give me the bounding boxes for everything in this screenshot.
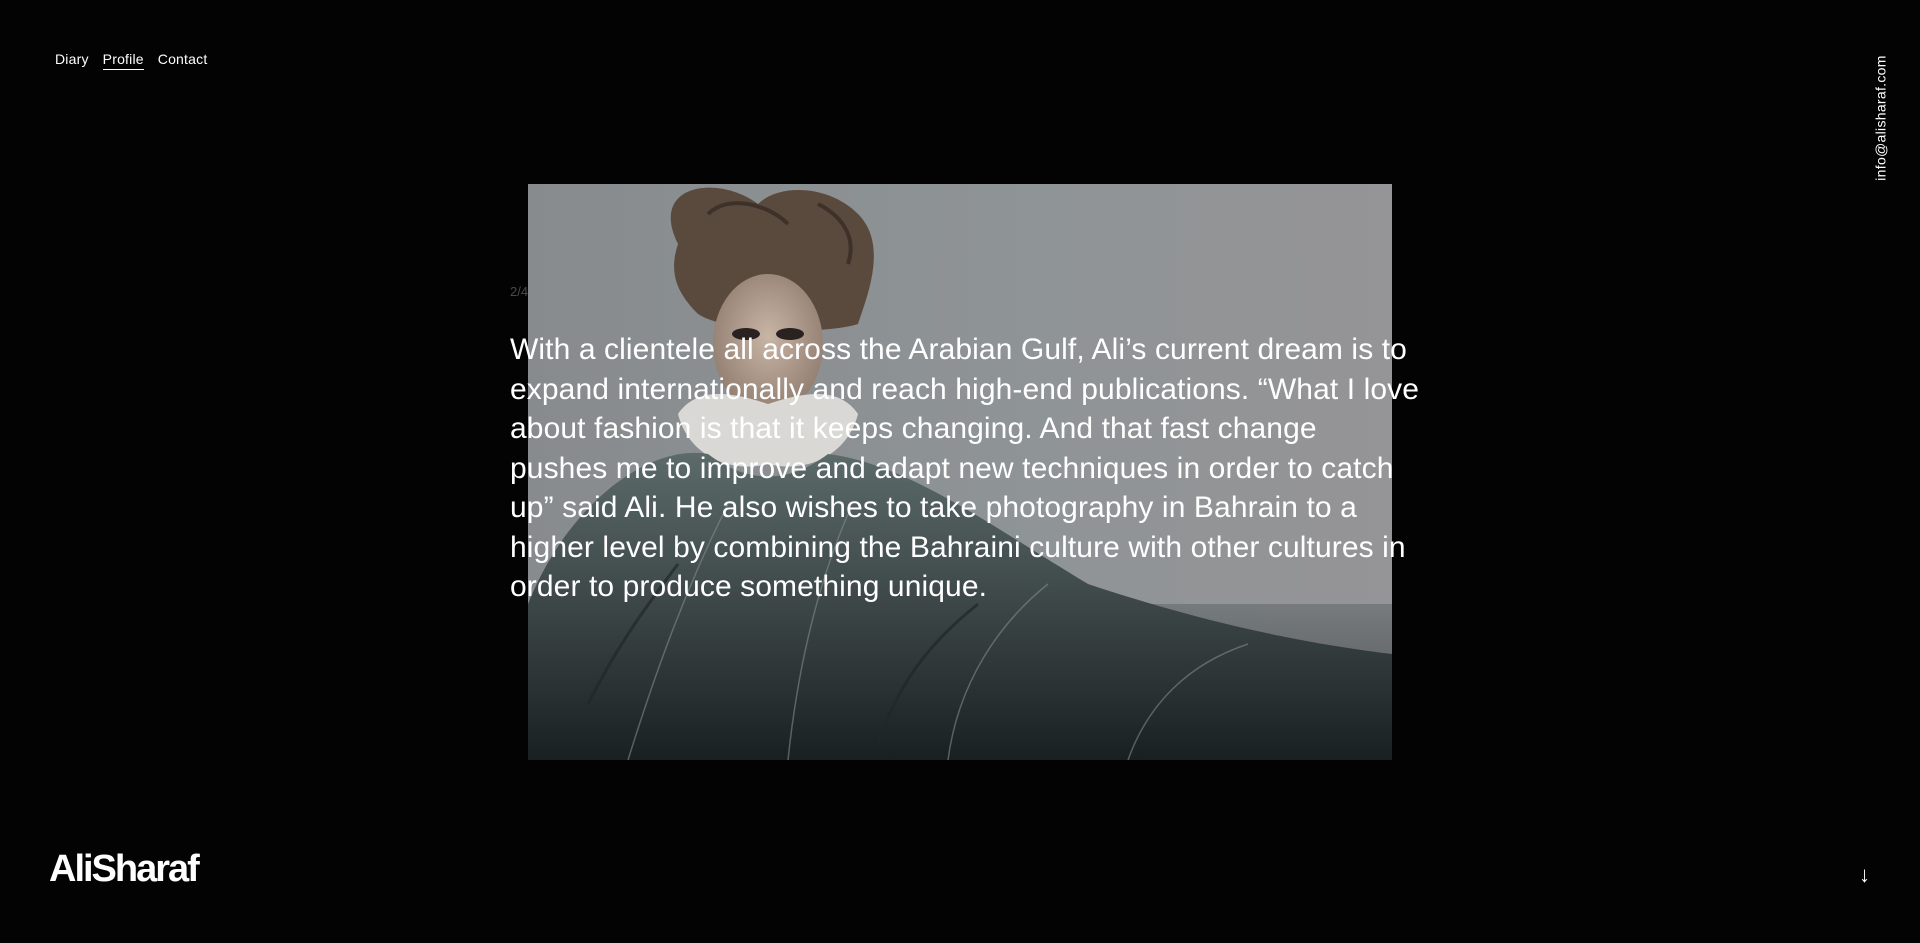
slide-counter: 2/4 xyxy=(510,284,529,299)
nav-diary[interactable]: Diary xyxy=(55,50,89,70)
nav-profile[interactable]: Profile xyxy=(102,50,144,70)
main-nav: Diary Profile Contact xyxy=(55,50,207,70)
page: Diary Profile Contact info@alisharaf.com xyxy=(0,0,1920,943)
email-link-container: info@alisharaf.com xyxy=(1872,50,1890,185)
brand-logo[interactable]: AliSharaf xyxy=(49,848,200,891)
profile-quote-text: With a clientele all across the Arabian … xyxy=(510,333,1420,603)
email-link[interactable]: info@alisharaf.com xyxy=(1873,55,1889,180)
nav-contact[interactable]: Contact xyxy=(158,50,208,70)
arrow-down-icon[interactable]: ↓ xyxy=(1859,862,1870,888)
